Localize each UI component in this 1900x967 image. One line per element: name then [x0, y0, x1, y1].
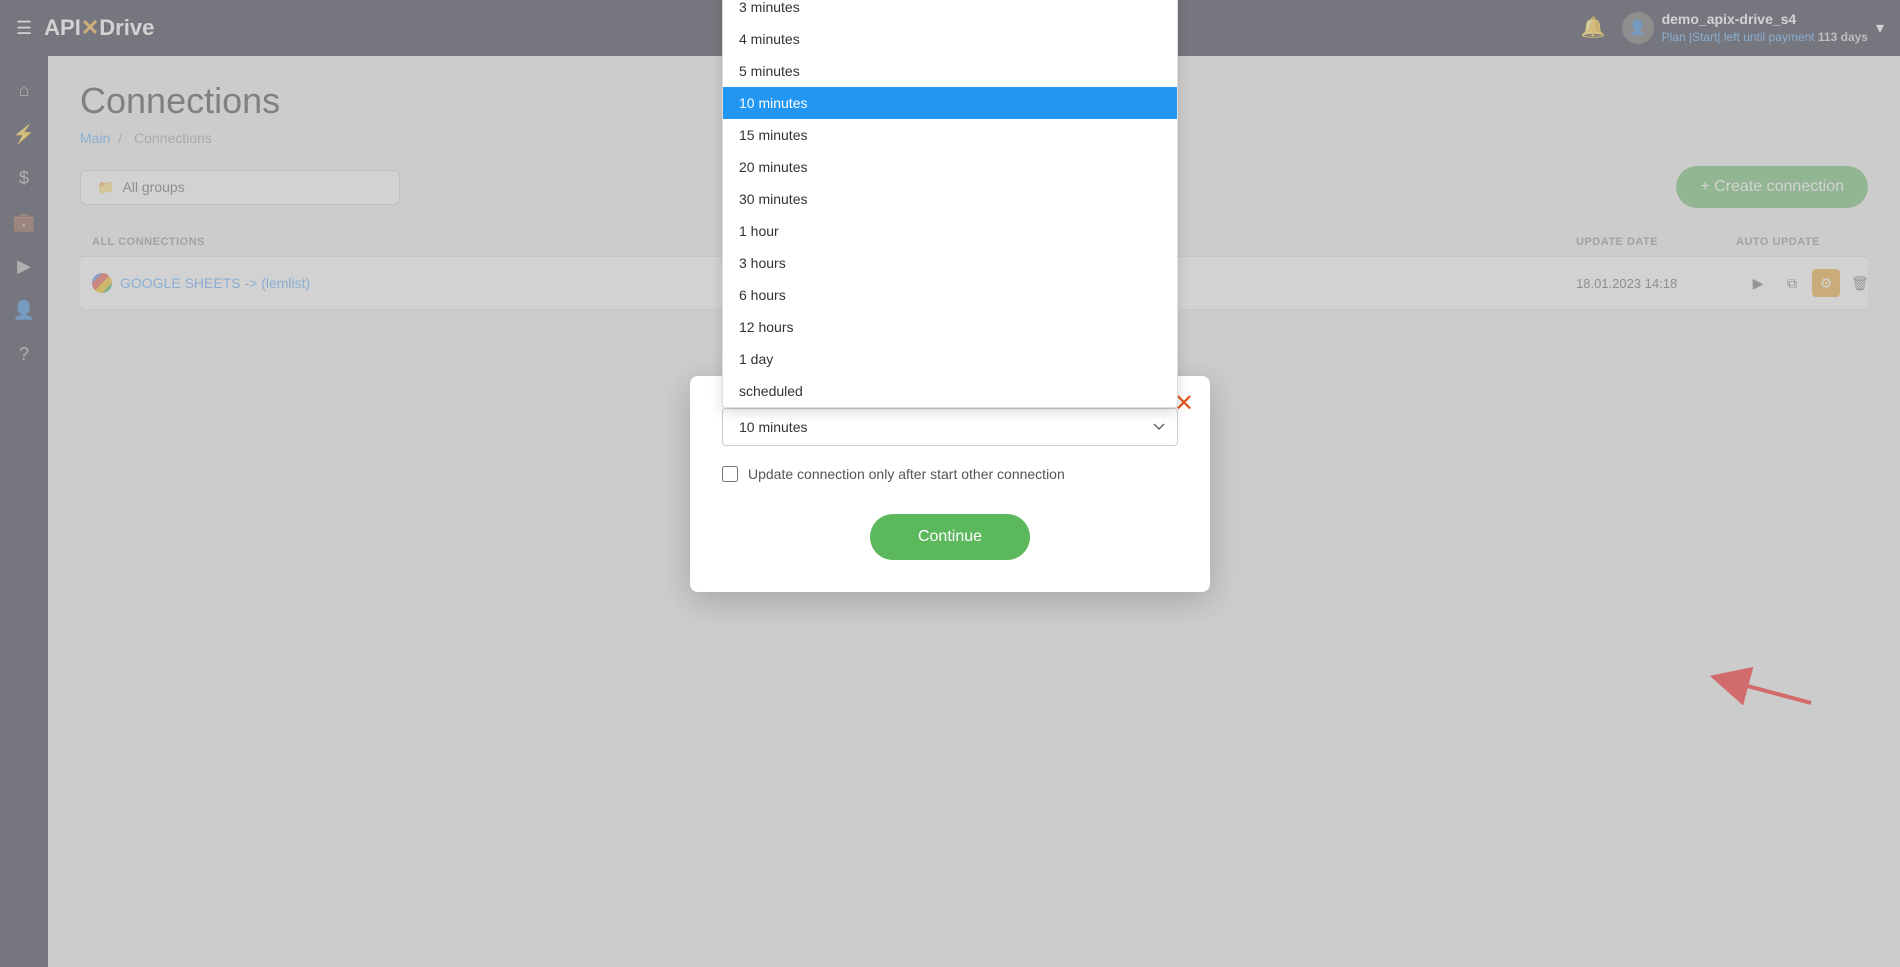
option-scheduled[interactable]: scheduled: [723, 375, 1177, 407]
option-6h[interactable]: 6 hours: [723, 279, 1177, 311]
option-1h[interactable]: 1 hour: [723, 215, 1177, 247]
update-after-checkbox[interactable]: [722, 466, 738, 482]
option-1d[interactable]: 1 day: [723, 343, 1177, 375]
option-3h[interactable]: 3 hours: [723, 247, 1177, 279]
option-15min[interactable]: 15 minutes: [723, 119, 1177, 151]
continue-button[interactable]: Continue: [870, 514, 1030, 560]
dropdown-options-list: 1 minute 2 minutes 3 minutes 4 minutes 5…: [722, 0, 1178, 408]
checkbox-row: Update connection only after start other…: [722, 466, 1178, 482]
option-10min[interactable]: 10 minutes: [723, 87, 1177, 119]
option-5min[interactable]: 5 minutes: [723, 55, 1177, 87]
option-3min[interactable]: 3 minutes: [723, 0, 1177, 23]
option-4min[interactable]: 4 minutes: [723, 23, 1177, 55]
option-12h[interactable]: 12 hours: [723, 311, 1177, 343]
modal-dialog: ✕ 1 minute 2 minutes 3 minutes 4 minutes…: [690, 376, 1210, 592]
option-30min[interactable]: 30 minutes: [723, 183, 1177, 215]
checkbox-label[interactable]: Update connection only after start other…: [748, 466, 1065, 482]
interval-select[interactable]: 1 minute 2 minutes 3 minutes 4 minutes 5…: [722, 408, 1178, 446]
dropdown-container: 1 minute 2 minutes 3 minutes 4 minutes 5…: [722, 408, 1178, 446]
modal-overlay: ✕ 1 minute 2 minutes 3 minutes 4 minutes…: [0, 0, 1900, 967]
option-20min[interactable]: 20 minutes: [723, 151, 1177, 183]
